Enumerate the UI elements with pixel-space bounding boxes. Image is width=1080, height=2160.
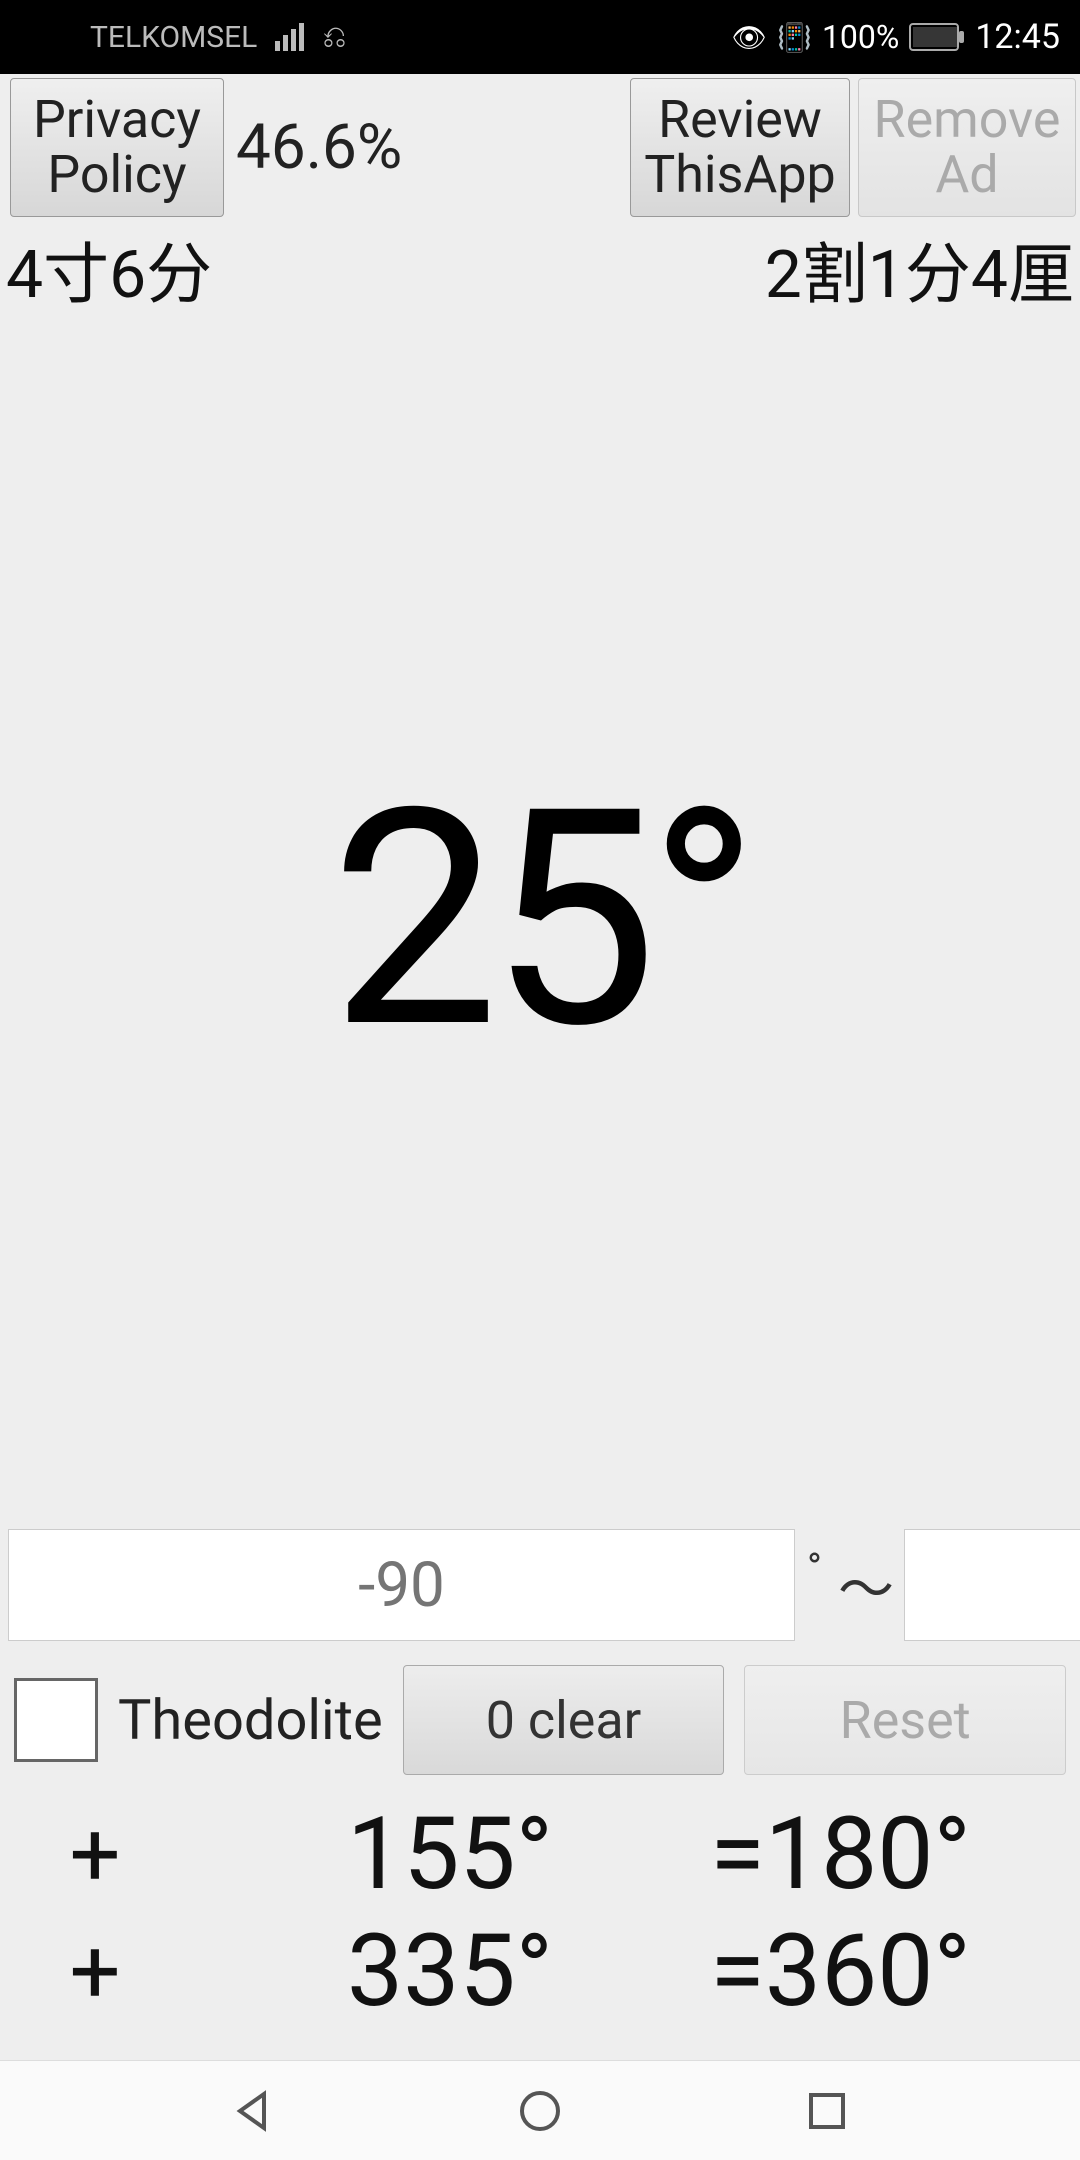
vibrate-icon: 📳 — [777, 21, 812, 54]
review-app-button[interactable]: Review ThisApp — [630, 78, 850, 217]
japanese-units-row: 4寸6分 2割1分4厘 — [0, 217, 1080, 321]
controls-row: Theodolite 0 clear Reset — [0, 1650, 1080, 1790]
privacy-policy-button[interactable]: Privacy Policy — [10, 78, 224, 217]
range-min-input[interactable] — [8, 1529, 795, 1641]
range-max-input[interactable] — [904, 1529, 1080, 1641]
status-bar: TELKOMSEL ⎌ 👁 📳 100% 12:45 — [0, 0, 1080, 74]
plus-sign: + — [0, 1802, 190, 1907]
tilde-separator: 〜 — [834, 1545, 898, 1626]
nav-home-button[interactable] — [512, 2083, 568, 2139]
calc-mid-value: 335° — [190, 1913, 710, 2030]
calc-result-value: =180° — [710, 1796, 1080, 1913]
nav-recent-button[interactable] — [799, 2083, 855, 2139]
plus-sign: + — [0, 1919, 190, 2024]
reset-button[interactable]: Reset — [744, 1665, 1066, 1775]
eye-icon: 👁 — [732, 21, 768, 54]
jp-left-measure: 4寸6分 — [6, 221, 212, 317]
theodolite-label: Theodolite — [118, 1687, 383, 1753]
calculation-rows: + 155° =180° + 335° =360° — [0, 1790, 1080, 2060]
calc-row-1: + 155° =180° — [0, 1796, 1080, 1913]
calc-mid-value: 155° — [190, 1796, 710, 1913]
nav-back-button[interactable] — [225, 2083, 281, 2139]
range-input-row: ° 〜 ° ✕ — [0, 1520, 1080, 1650]
top-button-row: Privacy Policy 46.6% Review ThisApp Remo… — [0, 74, 1080, 217]
battery-percent: 100% — [822, 18, 899, 56]
triangle-back-icon — [230, 2088, 276, 2134]
battery-icon — [909, 23, 959, 51]
carrier-label: TELKOMSEL — [90, 20, 257, 55]
signal-icon — [275, 23, 304, 51]
usb-icon: ⎌ — [322, 20, 346, 55]
circle-home-icon — [517, 2088, 563, 2134]
navigation-bar — [0, 2060, 1080, 2160]
theodolite-checkbox[interactable] — [14, 1678, 98, 1762]
percentage-display: 46.6% — [236, 111, 622, 184]
clock: 12:45 — [975, 17, 1060, 57]
main-angle-display: 25° — [0, 321, 1080, 1520]
square-recent-icon — [806, 2090, 848, 2132]
zero-clear-button[interactable]: 0 clear — [403, 1665, 725, 1775]
degree-symbol-left: ° — [801, 1544, 828, 1591]
jp-right-measure: 2割1分4厘 — [765, 221, 1074, 317]
calc-result-value: =360° — [710, 1913, 1080, 2030]
remove-ad-button[interactable]: Remove Ad — [858, 78, 1076, 217]
calc-row-2: + 335° =360° — [0, 1913, 1080, 2030]
